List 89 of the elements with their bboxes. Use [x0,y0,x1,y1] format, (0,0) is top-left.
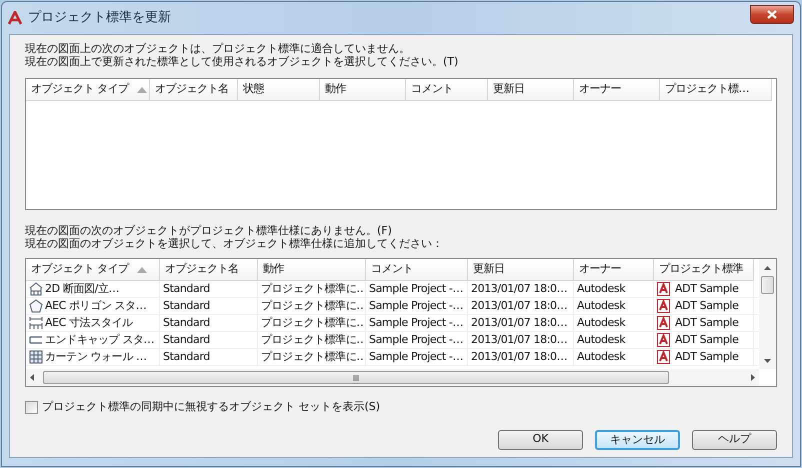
house-icon [29,282,43,296]
table-row[interactable]: エンドキャップ スタ… Standard プロジェクト標準に… Sample Project -… 2013/01/07 18:0… Autodesk ADT Sample [26,332,759,349]
sort-arrow-icon [136,266,146,272]
table-cell: 2013/01/07 18:0… [471,332,568,348]
scroll-down-icon [764,359,771,363]
table-cell: 2013/01/07 18:0… [471,298,568,314]
table-cell: プロジェクト標準に… [261,298,365,314]
table-cell: Sample Project -… [369,332,464,348]
dialog-button[interactable]: キャンセル [595,430,680,450]
dialog-button[interactable]: OK [498,430,583,450]
column-header[interactable]: コメント [366,259,468,281]
table-cell: 2D 断面図/立… [45,281,120,297]
app-logo-icon [657,282,670,296]
table-cell: ADT Sample [675,281,738,297]
table-cell: プロジェクト標準に… [261,315,365,331]
nonconforming-list[interactable]: オブジェクト タイプ オブジェクト名 状態 動作 コメント 更新日 オーナー プロジェクト標… [25,78,777,210]
table-cell: AEC 寸法スタイル [45,315,133,331]
scroll-thumb[interactable] [761,276,774,294]
table-row[interactable]: AEC 寸法スタイル Standard プロジェクト標準に… Sample Project -… 2013/01/07 18:0… Autodesk ADT Sample [26,315,759,332]
table-row[interactable]: AEC ポリゴン スタ… Standard プロジェクト標準に… Sample Project -… 2013/01/07 18:0… Autodesk ADT Sample [26,298,759,315]
table-cell: Autodesk [577,298,626,314]
table-cell: プロジェクト標準に… [261,349,365,365]
table-cell: ADT Sample [675,349,738,365]
table-cell: Sample Project -… [369,281,464,297]
table-cell: Standard [163,315,210,331]
table-cell: プロジェクト標準に… [261,332,365,348]
table-cell: ADT Sample [675,332,738,348]
table-cell: AEC ポリゴン スタ… [45,298,146,314]
scroll-up-icon [764,266,771,270]
checkbox-label: プロジェクト標準の同期中に無視するオブジェクト セットを表示(S) [42,399,380,415]
table-cell: エンドキャップ スタ… [45,332,154,348]
column-header[interactable]: 更新日 [468,259,574,281]
app-logo-icon [657,299,670,313]
horizontal-scrollbar[interactable] [26,369,759,386]
column-header[interactable]: コメント [406,79,488,101]
app-logo-icon [657,316,670,330]
column-header[interactable]: 動作 [320,79,406,101]
app-logo-icon [8,11,22,25]
sort-arrow-icon [136,86,146,92]
table-cell: プロジェクト標準に… [261,281,365,297]
column-header[interactable]: オブジェクト タイプ [26,79,150,101]
window-title: プロジェクト標準を更新 [28,9,171,28]
vertical-scrollbar[interactable] [759,259,776,369]
pentagon-icon [29,299,43,313]
close-icon [767,10,777,18]
column-header[interactable]: プロジェクト標… [660,79,772,101]
table-row[interactable]: カーテン ウォール … Standard プロジェクト標準に… Sample Project -… 2013/01/07 18:0… Autodesk ADT Sample [26,349,759,366]
close-button[interactable] [750,4,794,24]
table-row[interactable]: 2D 断面図/立… Standard プロジェクト標準に… Sample Project -… 2013/01/07 18:0… Autodesk ADT Sample [26,281,759,298]
table-cell: Standard [163,349,210,365]
column-header[interactable]: 更新日 [488,79,574,101]
grip-icon [353,374,359,380]
app-logo-icon [657,333,670,347]
table-cell: 2013/01/07 18:0… [471,281,568,297]
column-header[interactable]: オーナー [574,79,660,101]
table-cell: Standard [163,298,210,314]
scroll-left-icon [30,374,34,381]
table-cell: Autodesk [577,332,626,348]
table-cell: Standard [163,281,210,297]
table-cell: Sample Project -… [369,315,464,331]
table-cell: 2013/01/07 18:0… [471,349,568,365]
column-header[interactable]: 状態 [238,79,320,101]
column-header[interactable]: オーナー [574,259,654,281]
table-cell: 2013/01/07 18:0… [471,315,568,331]
table-cell: ADT Sample [675,298,738,314]
instruction-text: 現在の図面の次のオブジェクトがプロジェクト標準仕様にありません。(F) [25,224,393,237]
column-header[interactable]: 動作 [258,259,366,281]
instruction-text: 現在の図面上で更新された標準として使用されるオブジェクトを選択してください。(T) [25,55,460,68]
instruction-text: 現在の図面のオブジェクトを選択して、オブジェクト標準仕様に追加してください： [25,237,444,250]
checkbox[interactable] [25,400,38,414]
table-cell: Sample Project -… [369,298,464,314]
table-cell: カーテン ウォール … [45,349,147,365]
table-cell: Autodesk [577,349,626,365]
table-cell: Sample Project -… [369,349,464,365]
table-cell: Autodesk [577,281,626,297]
grid-icon [29,350,43,364]
table-cell: Standard [163,332,210,348]
scroll-thumb[interactable] [43,371,669,384]
table-cell: ADT Sample [675,315,738,331]
column-header[interactable]: オブジェクト タイプ [26,259,160,281]
column-header[interactable]: オブジェクト名 [150,79,238,101]
table-cell: Autodesk [577,315,626,331]
instruction-text: 現在の図面上の次のオブジェクトは、プロジェクト標準に適合していません。 [25,42,411,55]
app-logo-icon [657,350,670,364]
scroll-right-icon [751,374,755,381]
column-header[interactable]: オブジェクト名 [160,259,258,281]
dialog-button[interactable]: ヘルプ [692,430,777,450]
dimension-icon [29,316,43,330]
column-header[interactable]: プロジェクト標準 [654,259,754,281]
